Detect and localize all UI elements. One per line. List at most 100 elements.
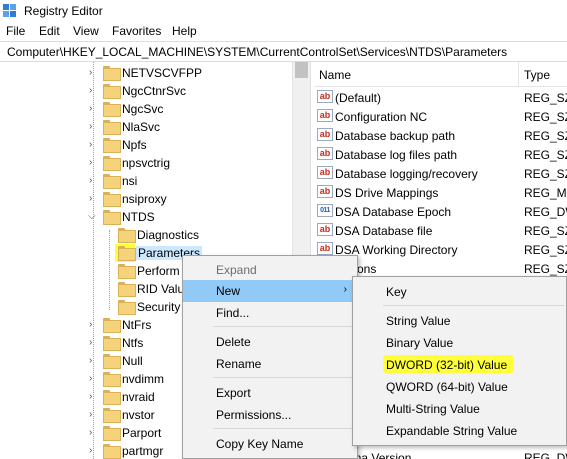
tree-item-label: Diagnostics <box>137 228 200 242</box>
chevron-right-icon[interactable]: › <box>89 175 97 186</box>
string-value-icon: ab <box>317 128 333 141</box>
value-row[interactable]: ab Database logging/recovery REG_SZ <box>314 164 567 183</box>
chevron-right-icon[interactable]: › <box>89 103 97 114</box>
chevron-right-icon[interactable]: › <box>89 337 97 348</box>
context-menu-rename[interactable]: Rename <box>183 353 357 375</box>
value-row[interactable]: ab Configuration NC REG_SZ <box>314 107 567 126</box>
chevron-right-icon[interactable]: › <box>89 427 97 438</box>
chevron-down-icon[interactable]: ⌵ <box>88 211 96 222</box>
string-value-icon: ab <box>317 223 333 236</box>
folder-icon <box>103 318 121 333</box>
value-row[interactable]: ab DSA Database file REG_SZ <box>314 221 567 240</box>
menu-help[interactable]: Help <box>172 24 197 38</box>
menu-item-label: Binary Value <box>386 336 454 350</box>
menu-item-label: Multi-String Value <box>386 402 480 416</box>
value-name: Configuration NC <box>335 110 428 124</box>
title-bar: Registry Editor <box>0 0 567 22</box>
value-type: REG_DW <box>524 451 567 459</box>
tree-item[interactable]: › nsiproxy <box>0 190 292 208</box>
value-name: Database logging/recovery <box>335 167 478 181</box>
address-path[interactable]: Computer\HKEY_LOCAL_MACHINE\SYSTEM\Curre… <box>7 45 507 59</box>
value-name: Database log files path <box>335 148 458 162</box>
tree-item[interactable]: › NETVSCVFPP <box>0 64 292 82</box>
submenu-dword-value[interactable]: DWORD (32-bit) Value <box>353 354 566 376</box>
chevron-right-icon[interactable]: › <box>89 157 97 168</box>
menu-file[interactable]: File <box>6 24 25 38</box>
value-type: REG_DW <box>524 205 567 219</box>
string-value-icon: ab <box>317 90 333 103</box>
chevron-right-icon[interactable]: › <box>89 67 97 78</box>
new-submenu: Key String Value Binary Value DWORD (32-… <box>352 276 567 446</box>
tree-item[interactable]: Diagnostics <box>0 226 292 244</box>
string-value-icon: ab <box>317 147 333 160</box>
chevron-right-icon[interactable]: › <box>89 193 97 204</box>
value-name: DSA Database file <box>335 224 433 238</box>
tree-item-ntds[interactable]: ⌵ NTDS <box>0 208 292 226</box>
tree-item[interactable]: › NgcSvc <box>0 100 292 118</box>
menu-favorites[interactable]: Favorites <box>112 24 161 38</box>
menu-item-label: Permissions... <box>216 408 292 422</box>
value-row[interactable]: ab Database backup path REG_SZ <box>314 126 567 145</box>
menu-item-label: Expand <box>216 263 257 277</box>
tree-item[interactable]: › NgcCtnrSvc <box>0 82 292 100</box>
context-menu-delete[interactable]: Delete <box>183 331 357 353</box>
folder-icon <box>103 408 121 423</box>
value-row[interactable]: ab (Default) REG_SZ <box>314 88 567 107</box>
menu-item-label: Rename <box>216 357 262 371</box>
submenu-string-value[interactable]: String Value <box>353 310 566 332</box>
submenu-qword-value[interactable]: QWORD (64-bit) Value <box>353 376 566 398</box>
menu-view[interactable]: View <box>73 24 99 38</box>
tree-item[interactable]: › nsi <box>0 172 292 190</box>
submenu-binary-value[interactable]: Binary Value <box>353 332 566 354</box>
submenu-key[interactable]: Key <box>353 281 566 303</box>
column-header-name[interactable]: Name <box>319 68 351 82</box>
context-menu: Expand New › Find... Delete Rename Expor… <box>182 255 358 459</box>
tree-item-label: RID Valu <box>137 282 185 296</box>
folder-icon <box>118 264 136 279</box>
tree-item-label: NgcCtnrSvc <box>122 84 187 98</box>
address-bar[interactable]: Computer\HKEY_LOCAL_MACHINE\SYSTEM\Curre… <box>0 41 567 62</box>
value-row[interactable]: 011 DSA Database Epoch REG_DW <box>314 202 567 221</box>
tree-item[interactable]: › NlaSvc <box>0 118 292 136</box>
menu-item-label: Expandable String Value <box>386 424 518 438</box>
menu-item-label: DWORD (32-bit) Value <box>386 358 508 372</box>
chevron-right-icon[interactable]: › <box>89 319 97 330</box>
chevron-right-icon[interactable]: › <box>89 85 97 96</box>
value-row[interactable]: ab DS Drive Mappings REG_MU <box>314 183 567 202</box>
folder-icon <box>103 390 121 405</box>
chevron-right-icon[interactable]: › <box>89 409 97 420</box>
registry-editor-window: Registry Editor File Edit View Favorites… <box>0 0 567 459</box>
chevron-right-icon[interactable]: › <box>89 373 97 384</box>
value-row[interactable]: ab Database log files path REG_SZ <box>314 145 567 164</box>
tree-item[interactable]: › npsvctrig <box>0 154 292 172</box>
tree-item[interactable]: › Npfs <box>0 136 292 154</box>
chevron-right-icon[interactable]: › <box>89 445 97 456</box>
chevron-right-icon[interactable]: › <box>89 391 97 402</box>
folder-open-icon <box>103 210 121 225</box>
submenu-expandable-string-value[interactable]: Expandable String Value <box>353 420 566 442</box>
context-menu-copy-key-name[interactable]: Copy Key Name <box>183 433 357 455</box>
context-menu-permissions[interactable]: Permissions... <box>183 404 357 426</box>
chevron-right-icon[interactable]: › <box>89 355 97 366</box>
submenu-multi-string-value[interactable]: Multi-String Value <box>353 398 566 420</box>
folder-icon <box>118 246 136 261</box>
column-header-type[interactable]: Type <box>524 68 550 82</box>
column-divider[interactable] <box>518 62 519 86</box>
context-menu-export[interactable]: Export <box>183 382 357 404</box>
folder-icon <box>103 192 121 207</box>
chevron-right-icon[interactable]: › <box>89 121 97 132</box>
tree-item-label: Npfs <box>122 138 147 152</box>
folder-icon <box>103 120 121 135</box>
context-menu-find[interactable]: Find... <box>183 302 357 324</box>
window-title: Registry Editor <box>24 4 103 18</box>
folder-icon <box>103 66 121 81</box>
tree-item-label: Null <box>122 354 143 368</box>
scrollbar-thumb[interactable] <box>295 62 308 78</box>
string-value-icon: ab <box>317 185 333 198</box>
context-menu-new[interactable]: New › <box>183 280 357 302</box>
value-name: DSA Database Epoch <box>335 205 452 219</box>
context-menu-expand[interactable]: Expand <box>183 259 357 281</box>
menu-edit[interactable]: Edit <box>39 24 60 38</box>
folder-icon <box>103 354 121 369</box>
chevron-right-icon[interactable]: › <box>89 139 97 150</box>
